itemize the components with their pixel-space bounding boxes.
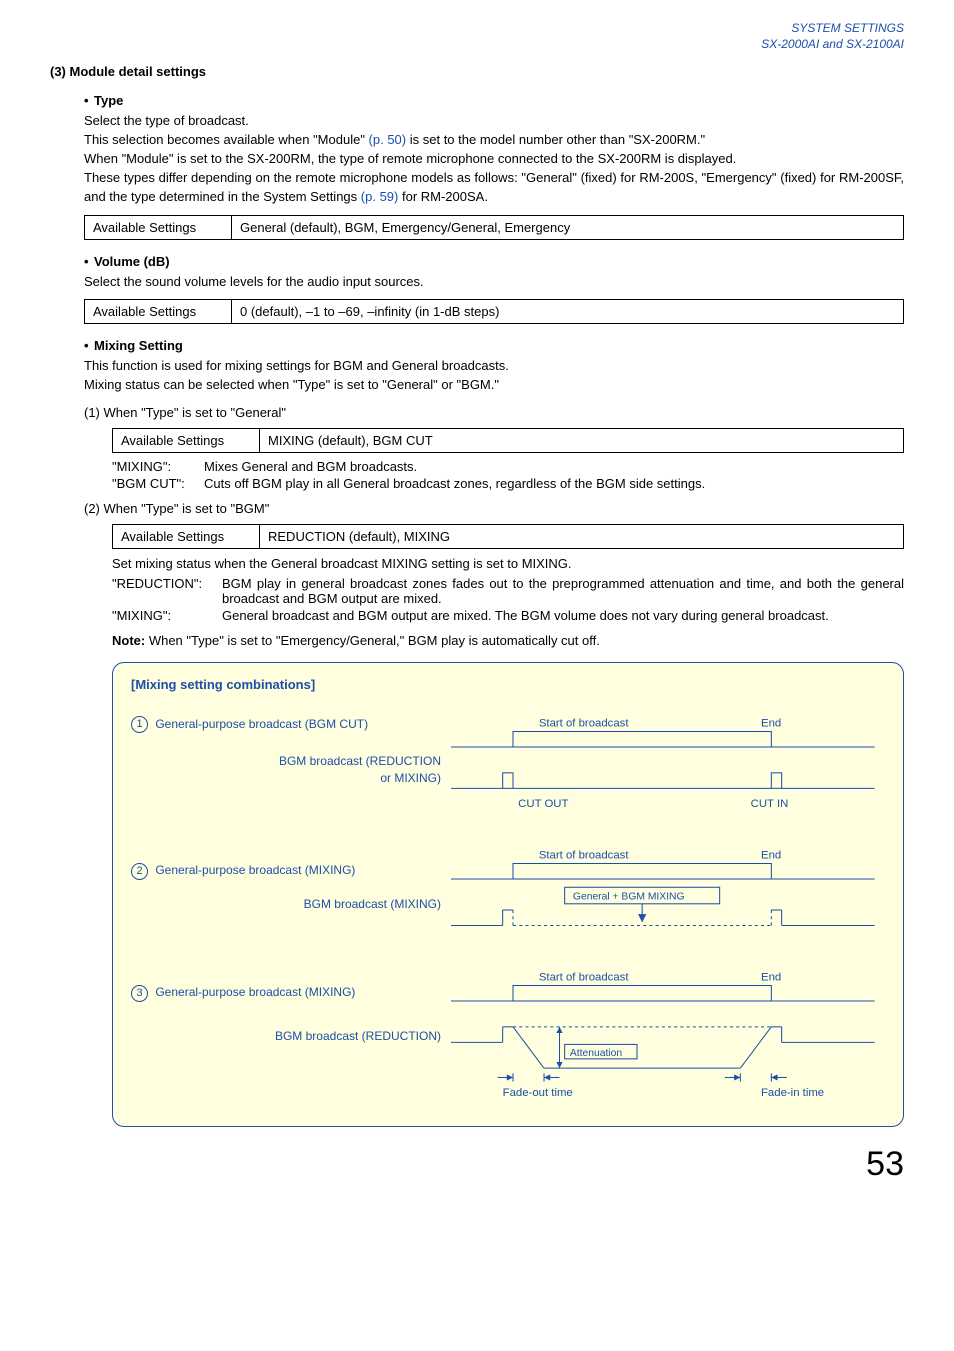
mixing-section: •Mixing Setting This function is used fo… xyxy=(84,338,904,1126)
case1-def1-body: Mixes General and BGM broadcasts. xyxy=(204,459,904,474)
case1-settings-table: Available Settings MIXING (default), BGM… xyxy=(112,428,904,453)
case1-table-value: MIXING (default), BGM CUT xyxy=(260,429,904,453)
header-line2: SX-2000AI and SX-2100AI xyxy=(761,37,904,51)
type-settings-table: Available Settings General (default), BG… xyxy=(84,215,904,240)
link-p59[interactable]: (p. 59) xyxy=(361,189,399,204)
bullet-icon: • xyxy=(84,338,94,353)
mixing-diagram: [Mixing setting combinations] 1 General-… xyxy=(112,662,904,1127)
case2-intro: Set mixing status when the General broad… xyxy=(112,555,904,574)
type-p2: This selection becomes available when "M… xyxy=(84,131,904,150)
diagram-row3: 3 General-purpose broadcast (MIXING) BGM… xyxy=(131,970,885,1107)
mixing-note: Note: When "Type" is set to "Emergency/G… xyxy=(112,633,904,648)
volume-heading: •Volume (dB) xyxy=(84,254,904,269)
case1-def1-term: "MIXING": xyxy=(112,459,204,474)
case2-def2: "MIXING": General broadcast and BGM outp… xyxy=(112,608,904,623)
case1-def2-body: Cuts off BGM play in all General broadca… xyxy=(204,476,904,491)
link-p50[interactable]: (p. 50) xyxy=(369,132,407,147)
diagram-row1-left: 1 General-purpose broadcast (BGM CUT) BG… xyxy=(131,716,451,787)
circle-1-icon: 1 xyxy=(131,716,148,733)
cut-in-label: CUT IN xyxy=(751,798,789,810)
case2-def2-term: "MIXING": xyxy=(112,608,222,623)
type-section: •Type Select the type of broadcast. This… xyxy=(84,93,904,239)
case2-table-value: REDUCTION (default), MIXING xyxy=(260,525,904,549)
fade-in-label: Fade-in time xyxy=(761,1087,824,1099)
row3-label-b: BGM broadcast (REDUCTION) xyxy=(131,1028,441,1045)
case2-table-label: Available Settings xyxy=(113,525,260,549)
end-label-3: End xyxy=(761,972,781,984)
case2-def1: "REDUCTION": BGM play in general broadca… xyxy=(112,576,904,606)
note-body: When "Type" is set to "Emergency/General… xyxy=(145,633,600,648)
volume-table-label: Available Settings xyxy=(85,300,232,324)
mixing-case2-title: (2) When "Type" is set to "BGM" xyxy=(84,501,904,516)
type-p4: These types differ depending on the remo… xyxy=(84,169,904,207)
diagram-row2-left: 2 General-purpose broadcast (MIXING) BGM… xyxy=(131,848,451,912)
circle-3-icon: 3 xyxy=(131,985,148,1002)
page-number: 53 xyxy=(50,1145,904,1184)
start-label-2: Start of broadcast xyxy=(539,850,630,862)
mixing-p1: This function is used for mixing setting… xyxy=(84,357,904,376)
diagram-row3-left: 3 General-purpose broadcast (MIXING) BGM… xyxy=(131,970,451,1044)
page-header: SYSTEM SETTINGS SX-2000AI and SX-2100AI xyxy=(50,20,904,52)
row1-label-a: General-purpose broadcast (BGM CUT) xyxy=(155,717,368,731)
volume-table-value: 0 (default), –1 to –69, –infinity (in 1-… xyxy=(232,300,904,324)
bullet-icon: • xyxy=(84,93,94,108)
row1-label-b2: or MIXING) xyxy=(131,770,441,787)
cut-out-label: CUT OUT xyxy=(518,798,568,810)
bullet-icon: • xyxy=(84,254,94,269)
attenuation-label: Attenuation xyxy=(570,1048,623,1059)
document-page: SYSTEM SETTINGS SX-2000AI and SX-2100AI … xyxy=(0,0,954,1214)
type-p3: When "Module" is set to the SX-200RM, th… xyxy=(84,150,904,169)
case2-def1-term: "REDUCTION": xyxy=(112,576,222,606)
diagram-title: [Mixing setting combinations] xyxy=(131,677,885,692)
diagram-svg-3: Start of broadcast End xyxy=(451,970,885,1104)
case2-def2-body: General broadcast and BGM output are mix… xyxy=(222,608,904,623)
diagram-row2-right: Start of broadcast End General + BGM MIX… xyxy=(451,848,885,944)
diagram-row1-right: Start of broadcast End xyxy=(451,716,885,822)
type-p1: Select the type of broadcast. xyxy=(84,112,904,131)
diagram-svg-2: Start of broadcast End General + BGM MIX… xyxy=(451,848,885,941)
mixing-case1-title: (1) When "Type" is set to "General" xyxy=(84,405,904,420)
case1-def2: "BGM CUT": Cuts off BGM play in all Gene… xyxy=(112,476,904,491)
row1-label-b1: BGM broadcast (REDUCTION xyxy=(131,753,441,770)
type-heading: •Type xyxy=(84,93,904,108)
case2-def1-body: BGM play in general broadcast zones fade… xyxy=(222,576,904,606)
case1-def1: "MIXING": Mixes General and BGM broadcas… xyxy=(112,459,904,474)
diagram-svg-1: Start of broadcast End xyxy=(451,716,885,819)
start-label-3: Start of broadcast xyxy=(539,972,630,984)
diagram-row3-right: Start of broadcast End xyxy=(451,970,885,1107)
section-title: (3) Module detail settings xyxy=(50,64,904,79)
fade-out-label: Fade-out time xyxy=(503,1087,573,1099)
mixing-case2-body: Available Settings REDUCTION (default), … xyxy=(112,524,904,1127)
volume-section: •Volume (dB) Select the sound volume lev… xyxy=(84,254,904,325)
mixing-case1-body: Available Settings MIXING (default), BGM… xyxy=(112,428,904,491)
mixing-box-label: General + BGM MIXING xyxy=(573,892,685,903)
case2-settings-table: Available Settings REDUCTION (default), … xyxy=(112,524,904,549)
diagram-row2: 2 General-purpose broadcast (MIXING) BGM… xyxy=(131,848,885,944)
row2-label-b: BGM broadcast (MIXING) xyxy=(131,896,441,913)
row3-label-a: General-purpose broadcast (MIXING) xyxy=(155,985,355,999)
volume-p1: Select the sound volume levels for the a… xyxy=(84,273,904,292)
end-label-1: End xyxy=(761,717,781,729)
circle-2-icon: 2 xyxy=(131,863,148,880)
start-label-1: Start of broadcast xyxy=(539,717,630,729)
diagram-row1: 1 General-purpose broadcast (BGM CUT) BG… xyxy=(131,716,885,822)
note-label: Note: xyxy=(112,633,145,648)
end-label-2: End xyxy=(761,850,781,862)
type-table-label: Available Settings xyxy=(85,215,232,239)
case1-def2-term: "BGM CUT": xyxy=(112,476,204,491)
header-line1: SYSTEM SETTINGS xyxy=(791,21,904,35)
case1-table-label: Available Settings xyxy=(113,429,260,453)
type-table-value: General (default), BGM, Emergency/Genera… xyxy=(232,215,904,239)
mixing-heading: •Mixing Setting xyxy=(84,338,904,353)
row2-label-a: General-purpose broadcast (MIXING) xyxy=(155,863,355,877)
mixing-p2: Mixing status can be selected when "Type… xyxy=(84,376,904,395)
volume-settings-table: Available Settings 0 (default), –1 to –6… xyxy=(84,299,904,324)
